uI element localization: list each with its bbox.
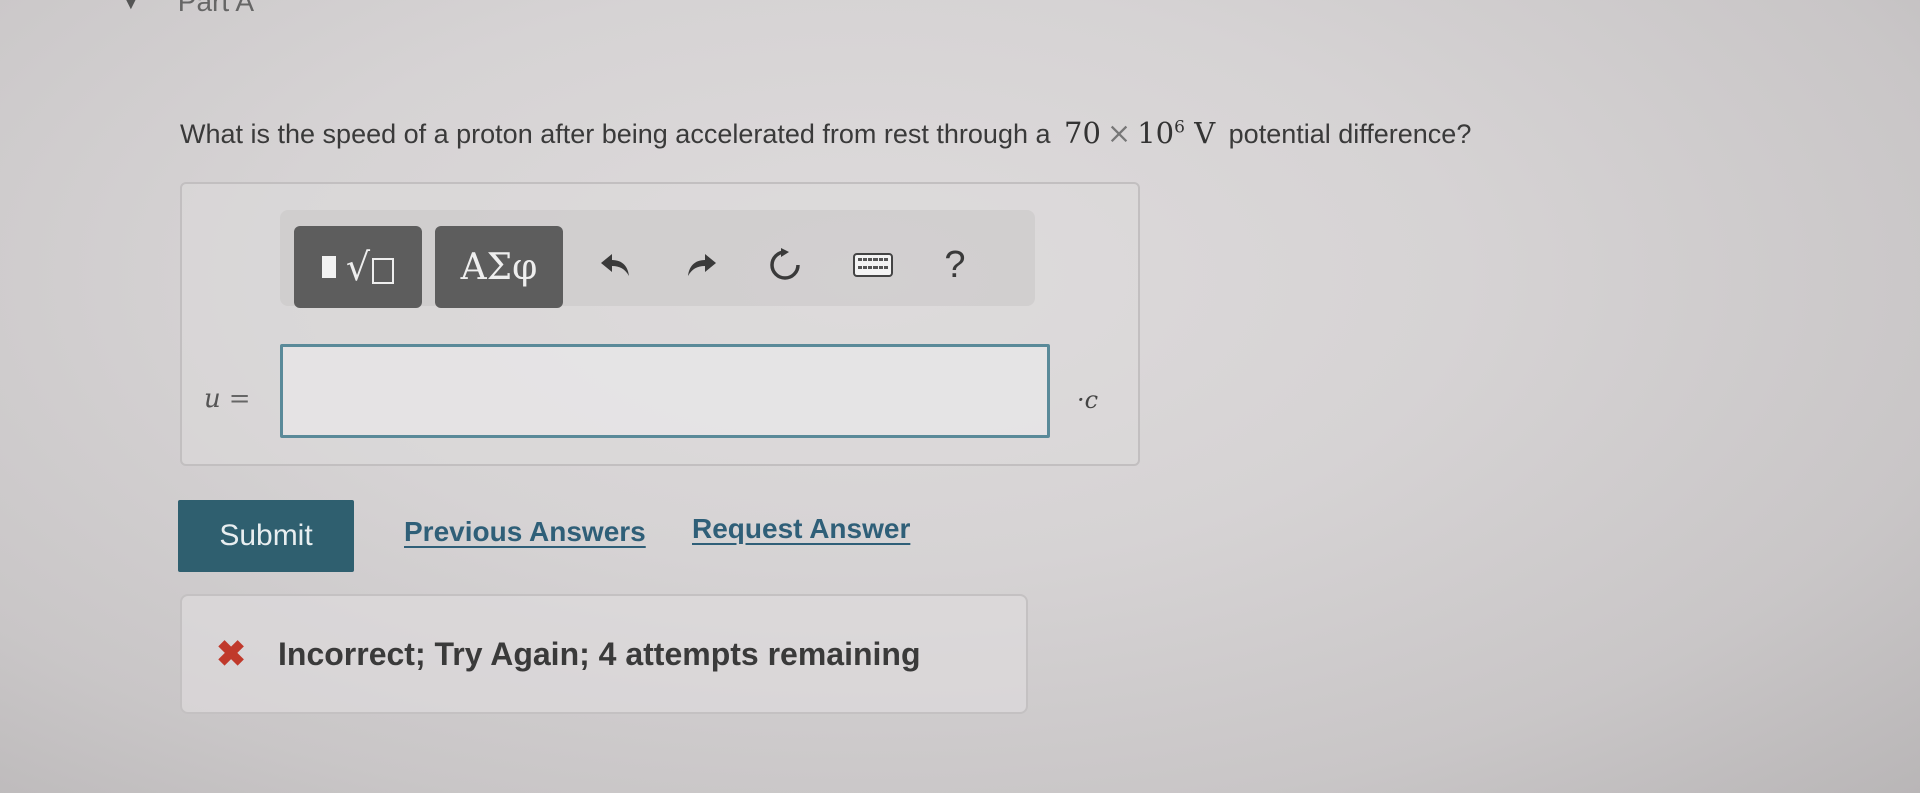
radical-icon: √	[346, 245, 395, 289]
question-coefficient: 70	[1064, 116, 1101, 150]
answer-variable-label: u =	[204, 384, 251, 414]
chevron-down-icon[interactable]: ▼	[120, 0, 142, 15]
answer-panel: √ ΑΣφ ? u = ·c	[180, 182, 1140, 466]
keyboard-icon[interactable]	[848, 230, 898, 300]
answer-equals: =	[228, 384, 251, 414]
question-math: 70 × 106 V	[1064, 116, 1215, 150]
question-times: ×	[1106, 116, 1132, 150]
feedback-message: Incorrect; Try Again; 4 attempts remaini…	[278, 635, 921, 672]
redo-icon[interactable]	[677, 230, 727, 300]
request-answer-link[interactable]: Request Answer	[692, 513, 910, 545]
answer-variable: u	[204, 384, 221, 414]
help-icon[interactable]: ?	[930, 230, 980, 300]
part-label: Part A	[177, 0, 255, 17]
question-text-before: What is the speed of a proton after bein…	[180, 119, 1051, 149]
question-text-after: potential difference?	[1228, 119, 1472, 149]
submit-button[interactable]: Submit	[178, 500, 354, 572]
part-header[interactable]: ▼ Part A	[120, 0, 254, 18]
x-icon: ✖	[216, 633, 247, 674]
question-text: What is the speed of a proton after bein…	[180, 116, 1471, 150]
question-base: 10	[1137, 116, 1175, 150]
math-toolbar: √ ΑΣφ ?	[280, 210, 1035, 308]
reset-icon[interactable]	[760, 230, 810, 300]
feedback-panel: ✖ Incorrect; Try Again; 4 attempts remai…	[180, 594, 1028, 714]
answer-unit: ·c	[1077, 386, 1099, 414]
templates-button[interactable]: √	[294, 226, 422, 308]
answer-input[interactable]	[280, 344, 1050, 438]
templates-icon	[321, 256, 336, 278]
undo-icon[interactable]	[590, 230, 640, 300]
greek-symbols-button[interactable]: ΑΣφ	[435, 226, 563, 308]
question-exponent: 6	[1174, 117, 1185, 138]
previous-answers-link[interactable]: Previous Answers	[404, 516, 646, 548]
question-unit: V	[1194, 116, 1216, 150]
